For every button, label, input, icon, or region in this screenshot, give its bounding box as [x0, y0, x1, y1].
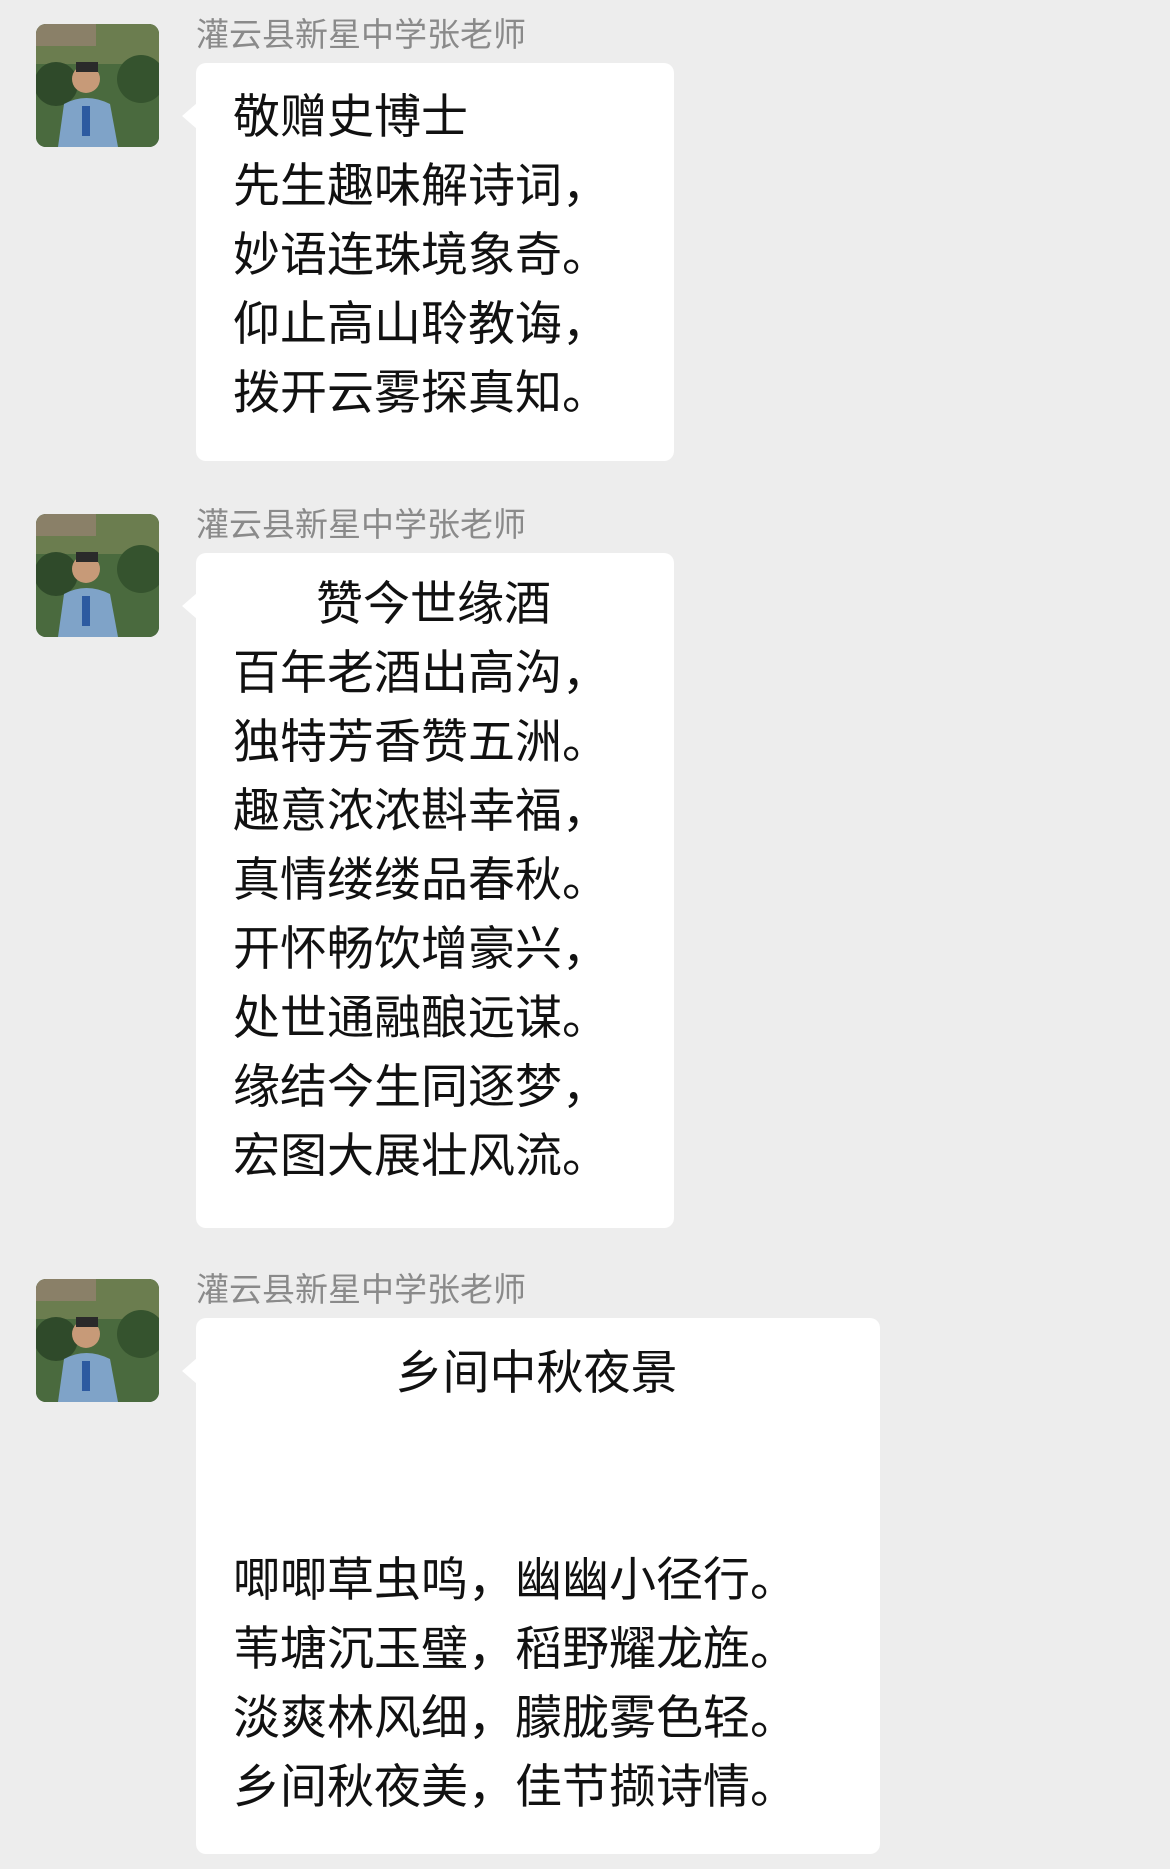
sender-name: 灌云县新星中学张老师 [196, 505, 526, 544]
message-line: 仰止高山聆教诲， [233, 297, 609, 352]
message-title: 乡间中秋夜景 [395, 1346, 678, 1401]
message-line: 乡间秋夜美，佳节撷诗情。 [233, 1760, 797, 1815]
message-line: 唧唧草虫鸣，幽幽小径行。 [233, 1553, 797, 1608]
message-bubble[interactable]: 敬赠史博士 先生趣味解诗词， 妙语连珠境象奇。 仰止高山聆教诲， 拨开云雾探真知… [182, 63, 674, 461]
sender-name: 灌云县新星中学张老师 [196, 1270, 526, 1309]
message-line: 敬赠史博士 [233, 90, 468, 145]
message-line: 拨开云雾探真知。 [233, 366, 609, 421]
sender-avatar-icon[interactable] [36, 1279, 159, 1402]
message-line: 宏图大展壮风流。 [233, 1129, 609, 1184]
message-line: 百年老酒出高沟， [233, 646, 609, 701]
message-bubble[interactable]: 赞今世缘酒 百年老酒出高沟， 独特芳香赞五洲。 趣意浓浓斟幸福， 真情缕缕品春秋… [182, 553, 674, 1228]
message-line: 处世通融酿远谋。 [233, 991, 609, 1046]
message-line: 真情缕缕品春秋。 [233, 853, 609, 908]
message-line: 独特芳香赞五洲。 [233, 715, 609, 770]
message-line: 淡爽林风细，朦胧雾色轻。 [233, 1691, 797, 1746]
message-bubble[interactable]: 乡间中秋夜景 唧唧草虫鸣，幽幽小径行。 苇塘沉玉璧，稻野耀龙旌。 淡爽林风细，朦… [182, 1318, 880, 1854]
message-line: 趣意浓浓斟幸福， [233, 784, 609, 839]
message-line: 缘结今生同逐梦， [233, 1060, 609, 1115]
sender-name: 灌云县新星中学张老师 [196, 15, 526, 54]
sender-avatar-icon[interactable] [36, 514, 159, 637]
message-line: 先生趣味解诗词， [233, 159, 609, 214]
sender-avatar-icon[interactable] [36, 24, 159, 147]
message-line: 开怀畅饮增豪兴， [233, 922, 609, 977]
message-line: 妙语连珠境象奇。 [233, 228, 609, 283]
message-line: 苇塘沉玉璧，稻野耀龙旌。 [233, 1622, 797, 1677]
message-title: 赞今世缘酒 [316, 577, 551, 632]
